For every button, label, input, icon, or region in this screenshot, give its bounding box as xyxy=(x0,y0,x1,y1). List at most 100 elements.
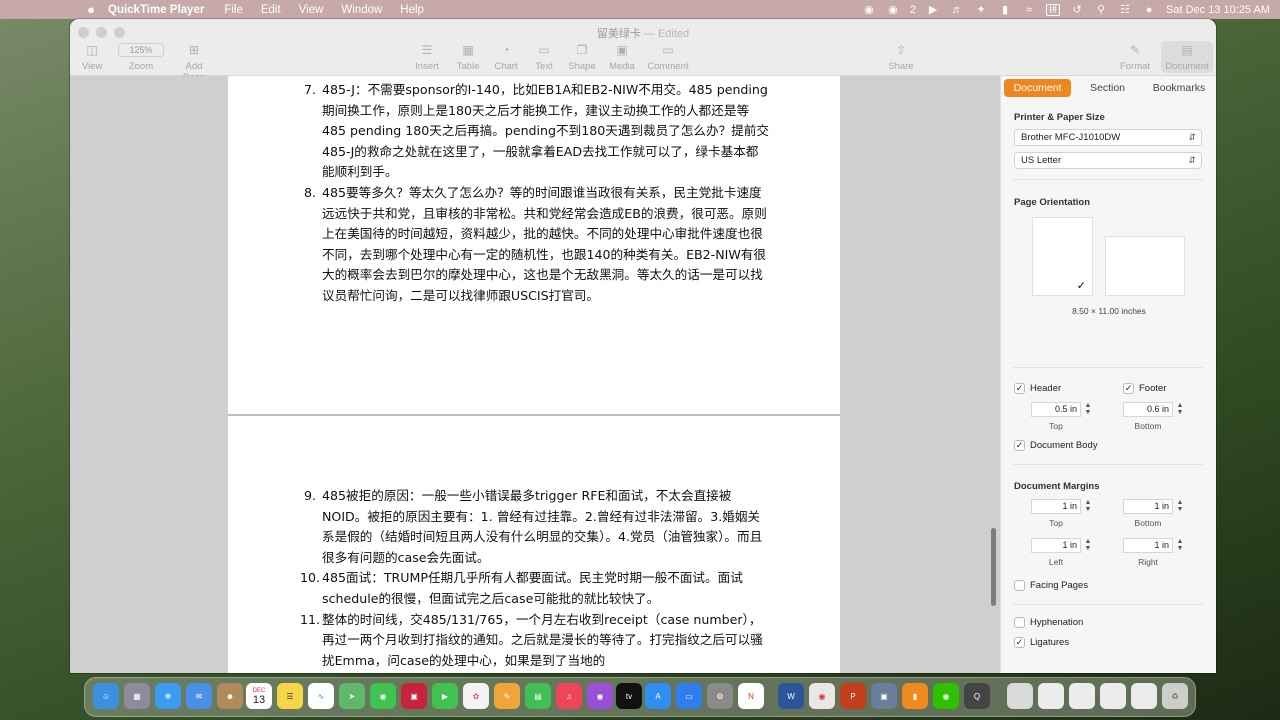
numbered-list[interactable]: 7. 485-J：不需要sponsor的I-140，比如EB1A和EB2-NIW… xyxy=(300,80,770,307)
facing-pages-checkbox[interactable]: Facing Pages xyxy=(1014,580,1088,591)
margin-left-stepper[interactable]: ▲ ▼ xyxy=(1084,538,1092,553)
time-machine-icon[interactable]: ↺ xyxy=(1070,4,1084,16)
tab-bookmarks[interactable]: Bookmarks xyxy=(1144,79,1214,97)
list-text[interactable]: 485被拒的原因：一般一些小错误最多trigger RFE和面试，不太会直接被N… xyxy=(322,486,770,568)
margin-bottom-stepper[interactable]: ▲ ▼ xyxy=(1176,499,1184,514)
finder-icon[interactable]: ☺ xyxy=(93,683,119,709)
margin-right-field[interactable]: 1 in xyxy=(1123,538,1173,553)
list-item[interactable]: 9. 485被拒的原因：一般一些小错误最多trigger RFE和面试，不太会直… xyxy=(300,486,770,568)
ligatures-checkbox[interactable]: ✓ Ligatures xyxy=(1014,637,1069,648)
footer-checkbox[interactable]: ✓ Footer xyxy=(1123,383,1166,394)
mail-icon[interactable]: ✉ xyxy=(186,683,212,709)
document-canvas[interactable]: 7. 485-J：不需要sponsor的I-140，比如EB1A和EB2-NIW… xyxy=(70,76,1000,673)
menu-help[interactable]: Help xyxy=(400,4,424,16)
portrait-orientation-option[interactable]: ✓ xyxy=(1032,217,1093,296)
siri-icon[interactable]: ● xyxy=(1142,4,1156,16)
apple-tv-icon[interactable]: tv xyxy=(616,683,642,709)
contacts-icon[interactable]: ☻ xyxy=(217,683,243,709)
list-text[interactable]: 485面试：TRUMP任期几乎所有人都要面试。民主党时期一般不面试。面试sche… xyxy=(322,568,770,609)
volume-icon[interactable]: ♬ xyxy=(950,4,964,16)
tab-document[interactable]: Document xyxy=(1004,79,1071,97)
margin-right-stepper[interactable]: ▲ ▼ xyxy=(1176,538,1184,553)
chrome-icon[interactable]: ◉ xyxy=(809,683,835,709)
keynote-icon[interactable]: ▭ xyxy=(676,683,702,709)
shape-button[interactable]: ❐ Shape xyxy=(567,43,597,72)
books-icon[interactable]: ▮ xyxy=(902,683,928,709)
menu-view[interactable]: View xyxy=(299,4,324,16)
system-settings-icon[interactable]: ⚙ xyxy=(707,683,733,709)
list-item[interactable]: 11. 整体的时间线，交485/131/765，一个月左右收到receipt（c… xyxy=(300,610,770,672)
recent-file-icon[interactable] xyxy=(1100,683,1126,709)
trash-icon[interactable]: ♻ xyxy=(1162,683,1188,709)
preview-icon[interactable]: ▣ xyxy=(871,683,897,709)
spotlight-icon[interactable]: ⚲ xyxy=(1094,4,1108,16)
wechat-icon[interactable]: ◉ xyxy=(933,683,959,709)
input-method-icon[interactable]: 拼 xyxy=(1046,3,1061,16)
wifi-icon[interactable]: ≈ xyxy=(1022,4,1036,16)
menu-edit[interactable]: Edit xyxy=(261,4,281,16)
word-icon[interactable]: W xyxy=(778,683,804,709)
battery-icon[interactable]: ▮ xyxy=(998,4,1012,16)
list-text[interactable]: 485要等多久？等太久了怎么办？等的时间跟谁当政很有关系，民主党批卡速度远远快于… xyxy=(322,183,770,307)
photo-booth-icon[interactable]: ▣ xyxy=(401,683,427,709)
app-menu[interactable]: QuickTime Player xyxy=(108,4,204,16)
text-button[interactable]: ▭ Text xyxy=(529,43,559,72)
share-button[interactable]: ⇧ Share xyxy=(886,43,916,72)
calendar-icon[interactable]: DEC 13 xyxy=(246,683,272,709)
app-store-icon[interactable]: A xyxy=(645,683,671,709)
freeform-icon[interactable]: ∿ xyxy=(308,683,334,709)
page[interactable]: 7. 485-J：不需要sponsor的I-140，比如EB1A和EB2-NIW… xyxy=(228,76,840,414)
music-icon[interactable]: ♫ xyxy=(556,683,582,709)
play-icon[interactable]: ▶ xyxy=(926,4,940,16)
menu-window[interactable]: Window xyxy=(341,4,382,16)
photos-icon[interactable]: ✿ xyxy=(463,683,489,709)
menubar-clock[interactable]: Sat Dec 13 10:25 AM xyxy=(1166,4,1270,16)
margin-top-stepper[interactable]: ▲ ▼ xyxy=(1084,499,1092,514)
wechat-status-icon[interactable]: ◉ xyxy=(886,4,900,16)
chart-button[interactable]: ◔ Chart xyxy=(491,43,521,72)
control-center-icon[interactable]: ☷ xyxy=(1118,4,1132,16)
page[interactable]: 9. 485被拒的原因：一般一些小错误最多trigger RFE和面试，不太会直… xyxy=(228,416,840,673)
media-button[interactable]: ▣ Media xyxy=(606,43,638,72)
header-checkbox[interactable]: ✓ Header xyxy=(1014,383,1061,394)
launchpad-icon[interactable]: ▦ xyxy=(124,683,150,709)
comment-button[interactable]: ▭ Comment xyxy=(646,43,690,72)
landscape-orientation-option[interactable] xyxy=(1105,236,1185,296)
header-stepper[interactable]: ▲ ▼ xyxy=(1084,402,1092,417)
insert-button[interactable]: ☰ Insert xyxy=(412,43,442,72)
margin-top-field[interactable]: 1 in xyxy=(1031,499,1081,514)
recent-file-icon[interactable] xyxy=(1131,683,1157,709)
powerpoint-icon[interactable]: P xyxy=(840,683,866,709)
news-icon[interactable]: N xyxy=(738,683,764,709)
quicktime-icon[interactable]: Q xyxy=(964,683,990,709)
list-item[interactable]: 10. 485面试：TRUMP任期几乎所有人都要面试。民主党时期一般不面试。面试… xyxy=(300,568,770,609)
podcasts-icon[interactable]: ◉ xyxy=(587,683,613,709)
numbers-icon[interactable]: ▤ xyxy=(525,683,551,709)
margin-bottom-field[interactable]: 1 in xyxy=(1123,499,1173,514)
hyphenation-checkbox[interactable]: Hyphenation xyxy=(1014,617,1083,628)
table-button[interactable]: ▦ Table xyxy=(453,43,483,72)
facetime-icon[interactable]: ▶ xyxy=(432,683,458,709)
vertical-scrollbar[interactable] xyxy=(991,528,996,606)
downloads-stack-icon[interactable] xyxy=(1007,683,1033,709)
tab-section[interactable]: Section xyxy=(1074,79,1141,97)
footer-stepper[interactable]: ▲ ▼ xyxy=(1176,402,1184,417)
document-body-checkbox[interactable]: ✓ Document Body xyxy=(1014,440,1098,451)
list-item[interactable]: 7. 485-J：不需要sponsor的I-140，比如EB1A和EB2-NIW… xyxy=(300,80,770,183)
record-stop-icon[interactable]: ◉ xyxy=(862,4,876,16)
bluetooth-icon[interactable]: ✦ xyxy=(974,4,988,16)
format-button[interactable]: ✎ Format xyxy=(1118,43,1152,72)
recent-file-icon[interactable] xyxy=(1069,683,1095,709)
paper-size-select[interactable]: US Letter ⇵ xyxy=(1014,152,1202,169)
footer-margin-field[interactable]: 0.6 in xyxy=(1123,402,1173,417)
margin-left-field[interactable]: 1 in xyxy=(1031,538,1081,553)
header-margin-field[interactable]: 0.5 in xyxy=(1031,402,1081,417)
safari-icon[interactable]: ✻ xyxy=(155,683,181,709)
messages-icon[interactable]: ◉ xyxy=(370,683,396,709)
list-text[interactable]: 485-J：不需要sponsor的I-140，比如EB1A和EB2-NIW不用交… xyxy=(322,80,770,183)
list-text[interactable]: 整体的时间线，交485/131/765，一个月左右收到receipt（case … xyxy=(322,610,770,672)
notes-icon[interactable]: ☰ xyxy=(277,683,303,709)
apple-menu-icon[interactable]: ● xyxy=(80,2,102,17)
zoom-button[interactable]: 125% Zoom xyxy=(117,43,165,72)
list-item[interactable]: 8. 485要等多久？等太久了怎么办？等的时间跟谁当政很有关系，民主党批卡速度远… xyxy=(300,183,770,307)
